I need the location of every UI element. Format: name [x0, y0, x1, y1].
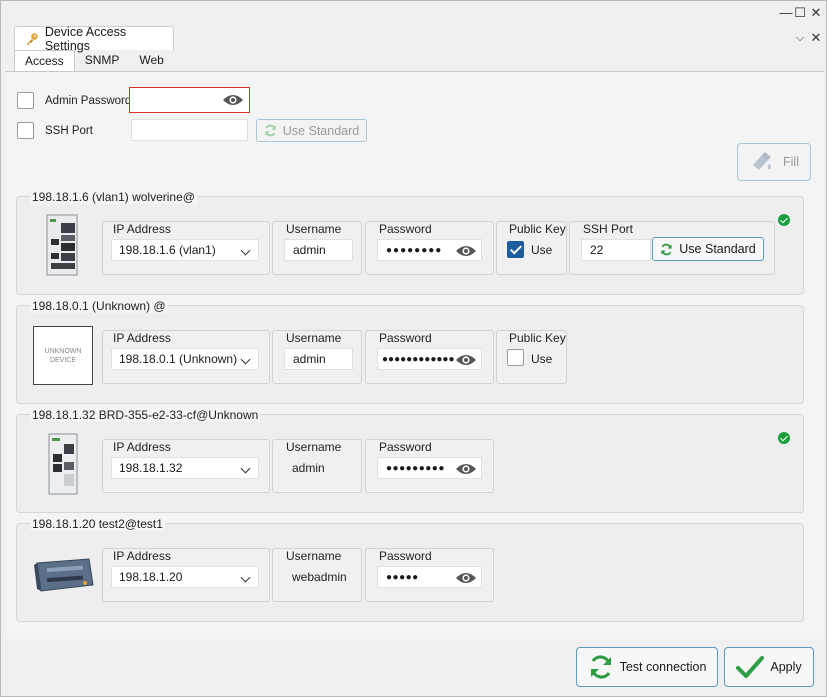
refresh-icon — [265, 124, 276, 137]
ip-address-select-3[interactable]: 198.18.1.32 — [111, 457, 259, 479]
admin-password-checkbox[interactable] — [17, 92, 34, 109]
chevron-down-icon — [240, 572, 251, 583]
unknown-device-image: UNKNOWN DEVICE — [33, 326, 93, 385]
ssh-port-label: SSH Port — [45, 125, 93, 137]
ssh-port-input-1[interactable]: 22 — [581, 239, 651, 261]
device-title-4: 198.18.1.20 test2@test1 — [30, 517, 165, 531]
device-title-2: 198.18.0.1 (Unknown) @ — [30, 299, 168, 313]
password-input-3[interactable]: ●●●●●●●●● — [377, 457, 482, 479]
chevron-down-icon — [240, 354, 251, 365]
connection-ok-icon — [778, 432, 790, 444]
refresh-icon — [661, 243, 672, 255]
tab-title: Device Access Settings — [44, 24, 127, 53]
device-image-gateway — [34, 558, 94, 592]
device-image-switch — [46, 214, 78, 276]
chevron-down-icon — [240, 245, 251, 256]
admin-password-input[interactable] — [129, 87, 250, 113]
show-password-icon[interactable] — [455, 353, 477, 367]
test-connection-button[interactable]: Test connection — [576, 647, 718, 687]
public-key-use-label-2: Use — [531, 352, 553, 366]
device-title-3: 198.18.1.32 BRD-355-e2-33-cf@Unknown — [30, 408, 261, 422]
chevron-down-icon — [240, 463, 251, 474]
refresh-icon — [590, 655, 611, 679]
show-password-icon[interactable] — [455, 571, 477, 585]
use-standard-button-1[interactable]: Use Standard — [652, 237, 764, 261]
password-input-4[interactable]: ●●●●● — [377, 566, 482, 588]
key-icon — [26, 32, 38, 45]
username-input-1[interactable]: admin — [284, 239, 353, 261]
show-password-icon[interactable] — [455, 462, 477, 476]
fill-icon — [753, 152, 772, 170]
subtab-bar: Access SNMP Web — [14, 50, 174, 71]
tab-device-access-settings[interactable]: Device Access Settings — [14, 24, 174, 53]
ssh-port-checkbox[interactable] — [17, 122, 34, 139]
device-title-1: 198.18.1.6 (vlan1) wolverine@ — [30, 190, 197, 204]
ssh-port-input[interactable] — [131, 119, 248, 141]
public-key-use-checkbox-1[interactable] — [507, 241, 524, 258]
username-value-3: admin — [292, 461, 325, 475]
tab-access[interactable]: Access — [14, 50, 75, 71]
show-password-icon[interactable] — [455, 244, 477, 258]
password-input-2[interactable]: ●●●●●●●●●●●● — [377, 348, 482, 370]
checkmark-icon — [736, 656, 765, 678]
close-tab-icon[interactable]: ✕ — [807, 29, 825, 47]
username-input-2[interactable]: admin — [284, 348, 353, 370]
username-value-4: webadmin — [292, 570, 347, 584]
password-input-1[interactable]: ●●●●●●●● — [377, 239, 482, 261]
apply-button[interactable]: Apply — [724, 647, 814, 687]
public-key-use-checkbox-2[interactable] — [507, 349, 524, 366]
ip-address-select-1[interactable]: 198.18.1.6 (vlan1) — [111, 239, 259, 261]
tab-snmp[interactable]: SNMP — [75, 50, 130, 71]
ip-address-select-4[interactable]: 198.18.1.20 — [111, 566, 259, 588]
connection-ok-icon — [778, 214, 790, 226]
public-key-use-label-1: Use — [531, 243, 553, 257]
ip-address-select-2[interactable]: 198.18.0.1 (Unknown) — [111, 348, 259, 370]
close-icon[interactable]: ✕ — [807, 4, 825, 22]
tab-web[interactable]: Web — [129, 50, 173, 71]
fill-button[interactable]: Fill — [737, 143, 811, 181]
admin-password-label: Admin Password — [45, 95, 132, 107]
device-image-router — [48, 433, 78, 495]
show-password-icon[interactable] — [222, 93, 244, 107]
use-standard-button-global[interactable]: Use Standard — [256, 119, 367, 142]
